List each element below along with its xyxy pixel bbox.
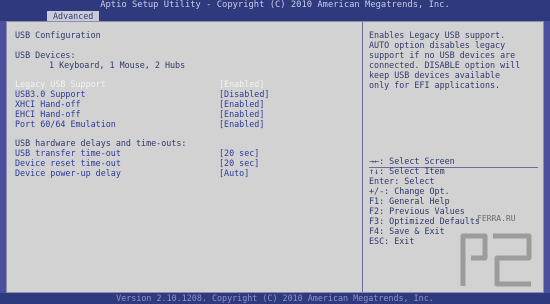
settings-pane: USB Configuration USB Devices: 1 Keyboar… bbox=[7, 22, 362, 292]
app-title: Aptio Setup Utility - Copyright (C) 2010… bbox=[100, 0, 450, 10]
tab-advanced[interactable]: Advanced bbox=[47, 11, 100, 21]
ferra-logo-icon bbox=[460, 233, 532, 287]
key-hint: ESC: Exit bbox=[369, 236, 415, 246]
section-title: USB Configuration bbox=[15, 30, 101, 40]
footer-text: Version 2.10.1208. Copyright (C) 2010 Am… bbox=[116, 293, 434, 303]
port-emulation-value[interactable]: [Enabled] bbox=[219, 119, 264, 130]
title-bar: Aptio Setup Utility - Copyright (C) 2010… bbox=[0, 0, 550, 11]
help-line: only for EFI applications. bbox=[369, 80, 501, 90]
tab-row: Advanced bbox=[0, 11, 550, 21]
device-power-up-delay-label[interactable]: Device power-up delay bbox=[15, 168, 121, 179]
footer-bar: Version 2.10.1208. Copyright (C) 2010 Am… bbox=[0, 293, 550, 304]
usb-devices-value: 1 Keyboard, 1 Mouse, 2 Hubs bbox=[49, 60, 186, 70]
port-emulation-label[interactable]: Port 60/64 Emulation bbox=[15, 119, 116, 130]
device-power-up-delay-value[interactable]: [Auto] bbox=[219, 168, 249, 179]
